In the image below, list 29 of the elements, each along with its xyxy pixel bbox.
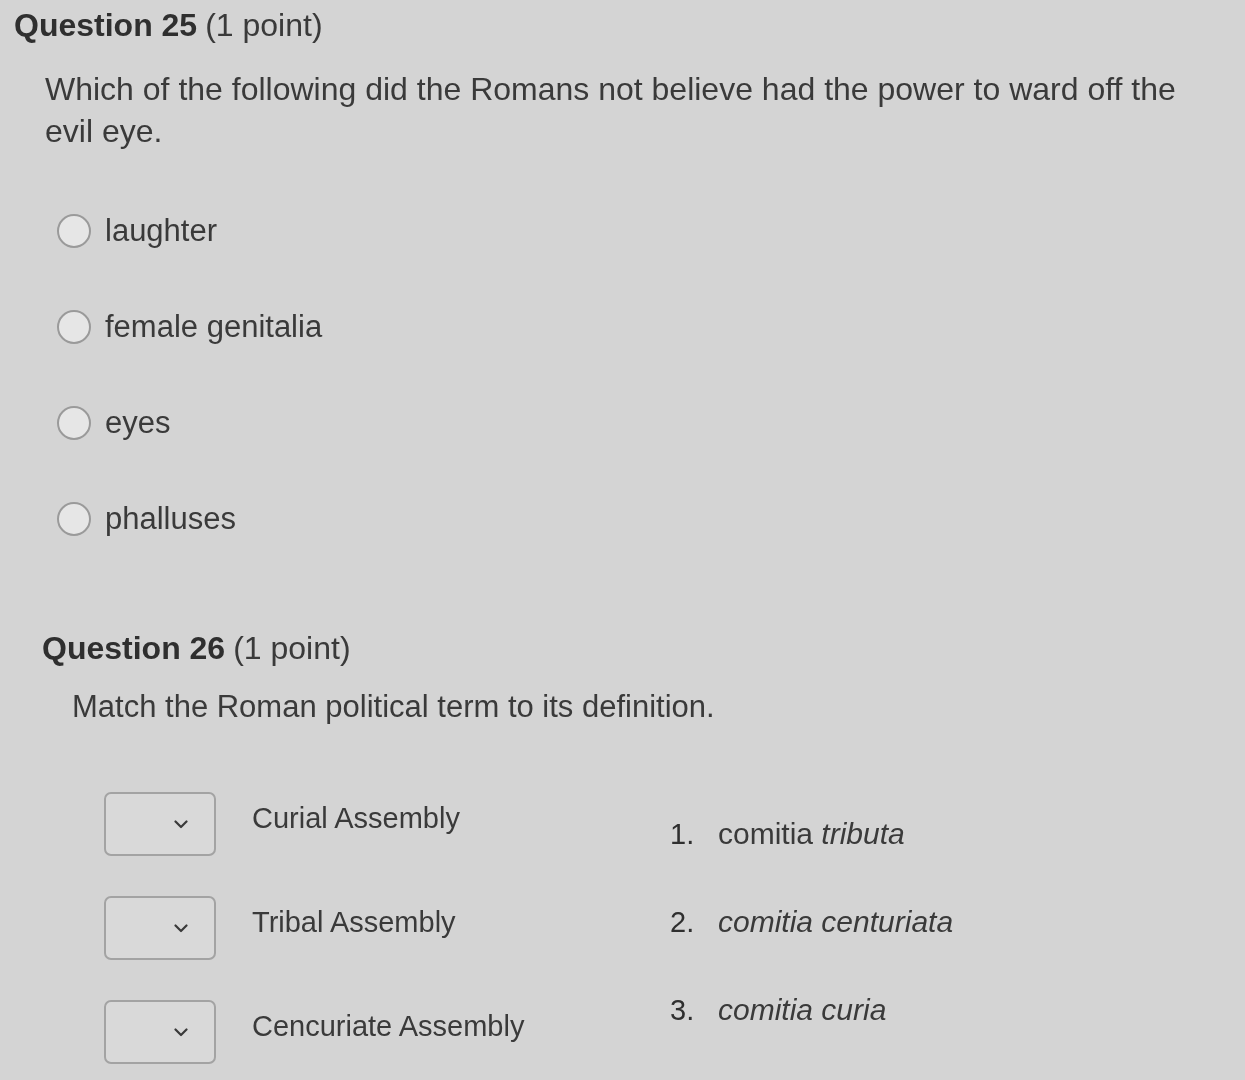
definition-number: 2.: [670, 905, 696, 940]
chevron-down-icon: [174, 1027, 188, 1037]
select-field[interactable]: [104, 896, 216, 960]
chevron-down-icon: [174, 819, 188, 829]
definition-text: comitia tributa: [718, 816, 905, 852]
definition-number: 3.: [670, 993, 696, 1028]
term-label: Curial Assembly: [252, 801, 460, 836]
term-label: Tribal Assembly: [252, 905, 456, 940]
select-field[interactable]: [104, 1000, 216, 1064]
question-title: Question 26: [42, 629, 226, 667]
question-points: (1 point): [205, 6, 323, 44]
radio-button[interactable]: [57, 310, 91, 344]
radio-button[interactable]: [57, 406, 91, 440]
definition-text: comitia centuriata: [718, 904, 954, 940]
question-points: (1 point): [233, 629, 351, 667]
definition-text: comitia curia: [718, 992, 887, 1028]
option-label: laughter: [105, 212, 218, 250]
radio-button[interactable]: [57, 214, 91, 248]
term-label: Cencuriate Assembly: [252, 1009, 525, 1044]
definition-number: 1.: [670, 817, 696, 852]
option-label: female genitalia: [105, 308, 323, 346]
radio-button[interactable]: [57, 502, 91, 536]
option-label: phalluses: [105, 500, 236, 538]
question-title: Question 25: [14, 6, 198, 44]
select-field[interactable]: [104, 792, 216, 856]
option-label: eyes: [105, 404, 171, 442]
question-prompt: Match the Roman political term to its definition.: [72, 688, 715, 726]
question-prompt: Which of the following did the Romans not believe had the power to ward off the evil eye.: [45, 70, 1177, 151]
chevron-down-icon: [174, 923, 188, 933]
